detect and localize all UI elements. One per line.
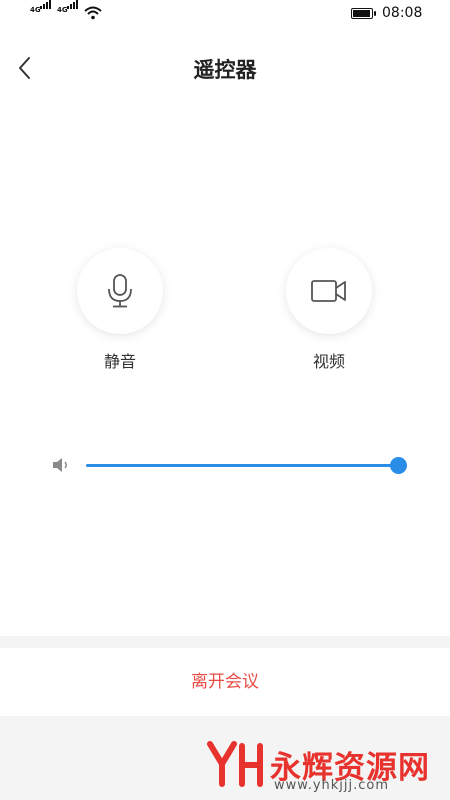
cell-signal-2: 4G	[57, 0, 78, 14]
video-button[interactable]	[286, 248, 372, 334]
battery-icon	[351, 8, 376, 19]
page-title: 遥控器	[193, 58, 257, 82]
clock: 08:08	[382, 5, 423, 21]
mute-button[interactable]	[77, 248, 163, 334]
section-divider	[0, 636, 450, 648]
status-bar: 4G 4G 08:08	[0, 0, 450, 28]
mute-label: 静音	[103, 352, 136, 371]
microphone-icon	[108, 274, 132, 308]
cell-signal-1: 4G	[30, 0, 51, 14]
video-label: 视频	[312, 352, 345, 371]
mute-control: 静音	[77, 248, 163, 372]
volume-slider[interactable]	[86, 456, 407, 474]
battery-fill	[353, 10, 370, 17]
video-camera-icon	[311, 280, 346, 302]
speaker-icon	[53, 458, 67, 472]
wifi-icon	[84, 6, 102, 20]
video-control: 视频	[286, 248, 372, 372]
volume-track-fill	[86, 464, 398, 467]
watermark-url: www.yhkjjj.com	[274, 778, 390, 793]
watermark: 永辉资源网 www.yhkjjj.com	[204, 738, 442, 794]
volume-thumb[interactable]	[390, 457, 407, 474]
watermark-logo	[207, 741, 263, 787]
leave-meeting-button[interactable]: 离开会议	[0, 648, 450, 716]
header: 遥控器	[0, 40, 450, 96]
